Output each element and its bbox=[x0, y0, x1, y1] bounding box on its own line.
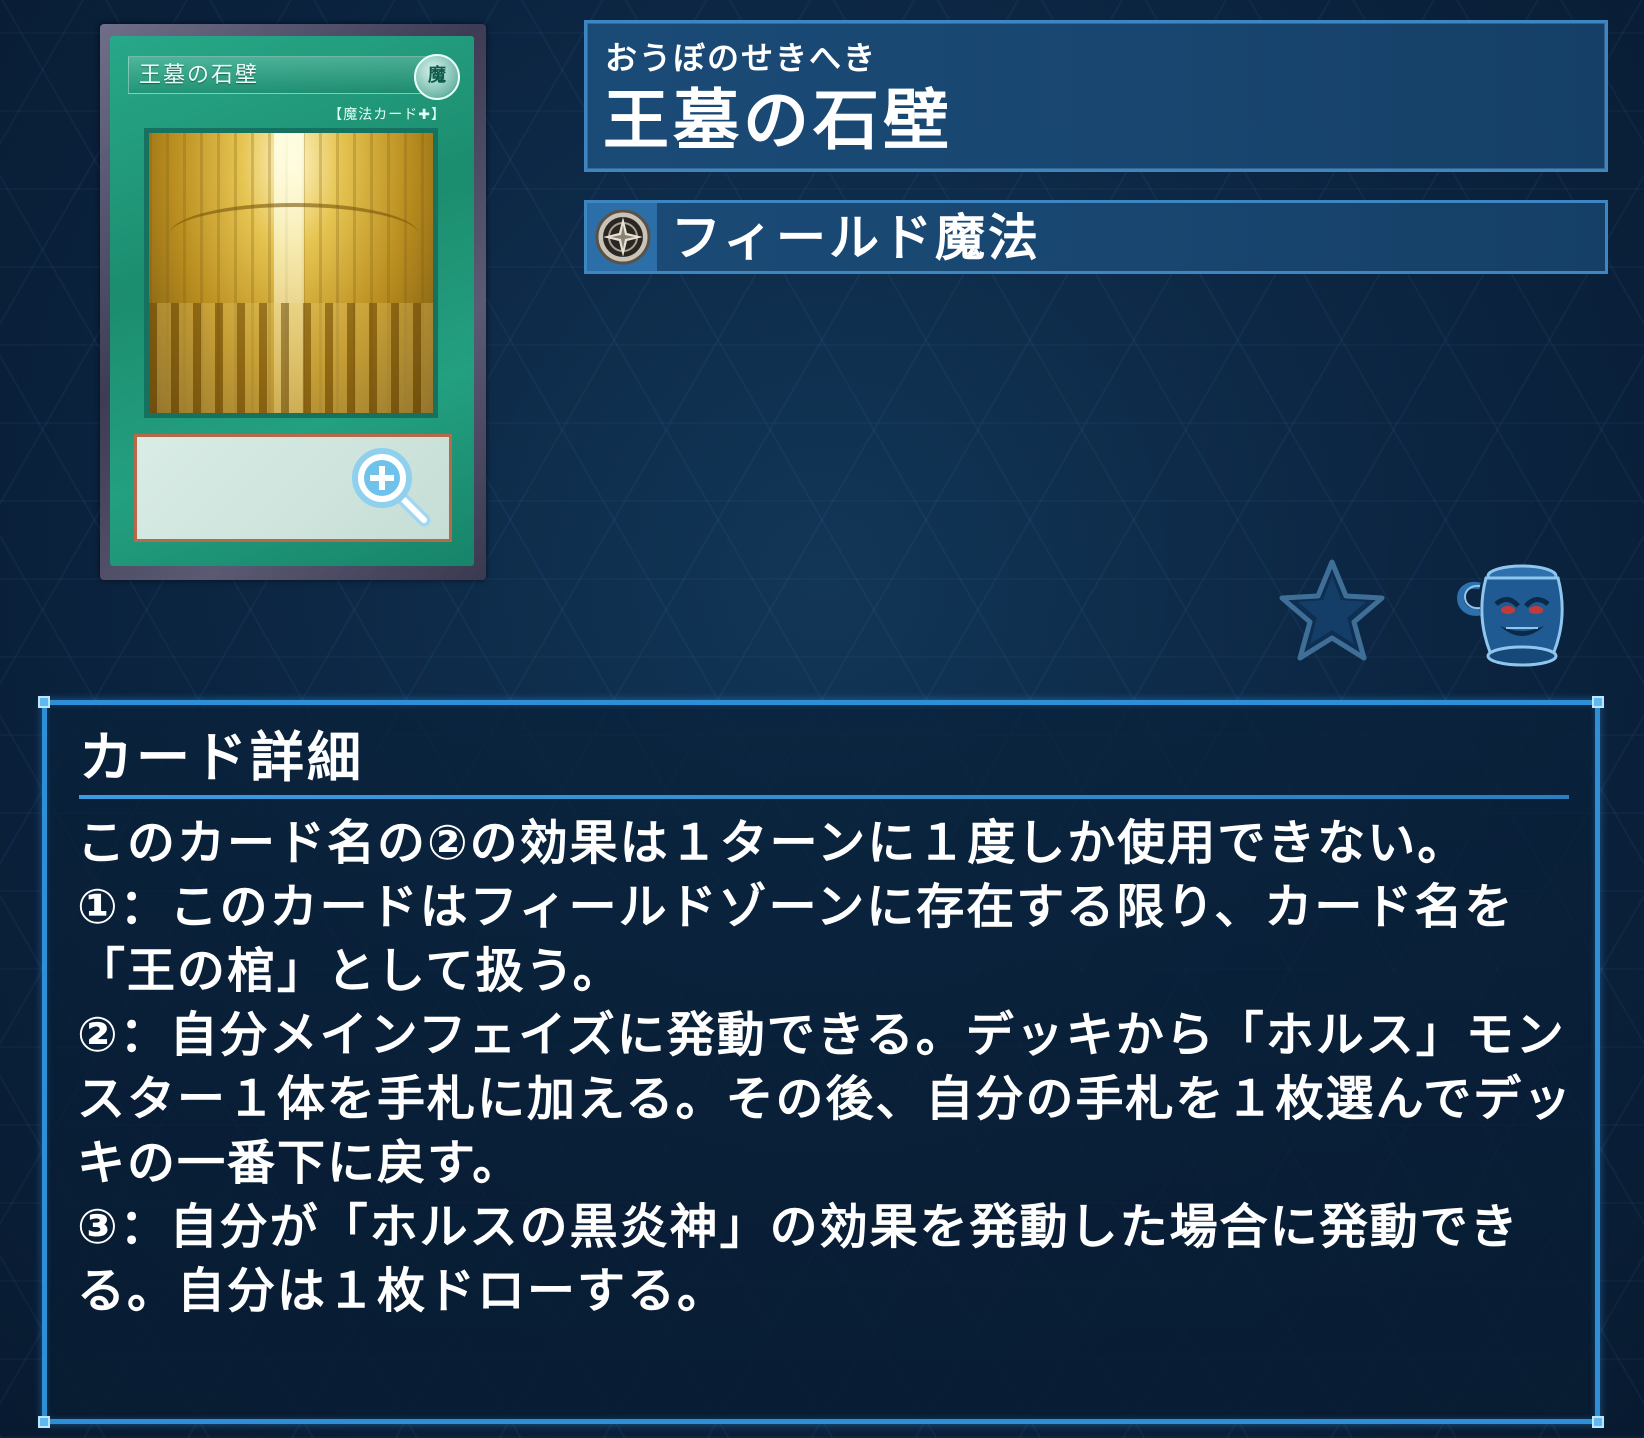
card-name-plate: おうぼのせきへき 王墓の石壁 bbox=[584, 20, 1608, 172]
details-title: カード詳細 bbox=[79, 726, 364, 789]
panel-corner bbox=[1592, 1416, 1604, 1428]
effect-line: ③：自分が「ホルスの黒炎神」の効果を発動した場合に発動できる。自分は１枚ドローす… bbox=[77, 1199, 1520, 1319]
panel-corner bbox=[38, 1416, 50, 1428]
card-image-name: 王墓の石壁 bbox=[128, 56, 428, 94]
field-spell-icon bbox=[595, 209, 651, 265]
card-name: 王墓の石壁 bbox=[603, 82, 953, 159]
attribute-icon: 魔 bbox=[414, 54, 460, 100]
card-name-ruby: おうぼのせきへき bbox=[605, 39, 878, 77]
panel-corner bbox=[38, 696, 50, 708]
card-type-plate: フィールド魔法 bbox=[584, 200, 1608, 274]
card-effect-text: このカード名の②の効果は１ターンに１度しか使用できない。 ①：このカードはフィー… bbox=[77, 811, 1577, 1323]
panel-corner bbox=[1592, 696, 1604, 708]
effect-line: ①：このカードはフィールドゾーンに存在する限り、カード名を「王の棺」として扱う。 bbox=[77, 879, 1515, 999]
effect-line: ②：自分メインフェイズに発動できる。デッキから「ホルス」モンスター１体を手札に加… bbox=[77, 1007, 1574, 1191]
card-type-label: フィールド魔法 bbox=[671, 209, 1041, 267]
effect-line: このカード名の②の効果は１ターンに１度しか使用できない。 bbox=[77, 815, 1468, 871]
zoom-in-icon[interactable] bbox=[348, 444, 434, 530]
details-divider bbox=[79, 795, 1569, 799]
card-image[interactable]: 王墓の石壁 魔 【魔法カード✚】 bbox=[100, 24, 486, 580]
type-icon-box bbox=[587, 203, 657, 271]
favorite-star-icon[interactable] bbox=[1276, 556, 1388, 666]
card-artwork bbox=[144, 128, 438, 418]
card-details-panel[interactable]: カード詳細 このカード名の②の効果は１ターンに１度しか使用できない。 ①：このカ… bbox=[38, 696, 1604, 1428]
card-image-type-line: 【魔法カード✚】 bbox=[328, 107, 446, 123]
pot-of-greed-icon[interactable] bbox=[1450, 556, 1580, 672]
